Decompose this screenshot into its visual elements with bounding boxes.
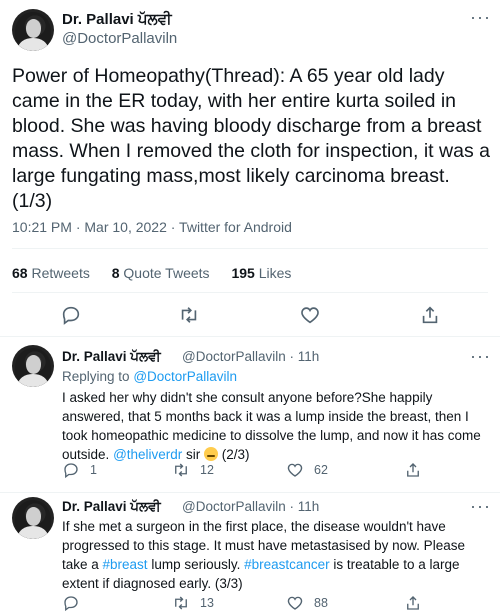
retweets-stat[interactable]: 68 Retweets [12, 265, 90, 281]
like-icon [287, 463, 303, 477]
reply1-reply-count: 1 [90, 463, 97, 477]
reply1-meta[interactable]: @DoctorPallaviln · 11h [182, 349, 319, 364]
reply1-text: I asked her why didn't she consult anyon… [62, 388, 482, 464]
reply2-text-part2: lump seriously. [147, 557, 245, 572]
retweet-icon[interactable] [178, 304, 200, 326]
quotes-count: 8 [111, 265, 120, 281]
reply2-retweet-button[interactable]: 13 [172, 594, 214, 612]
reply1-share-button[interactable] [404, 461, 422, 479]
reply2-reply-button[interactable] [62, 594, 80, 612]
reply1-like-count: 62 [314, 463, 328, 477]
main-avatar[interactable] [12, 9, 54, 51]
main-stats: 68 Retweets 8 Quote Tweets 195 Likes [12, 265, 309, 281]
reply2-avatar[interactable] [12, 497, 54, 539]
reply2-text: If she met a surgeon in the first place,… [62, 517, 482, 593]
reply2-like-count: 88 [314, 596, 328, 610]
retweets-count: 68 [12, 265, 28, 281]
reply1-more-icon[interactable]: ··· [470, 347, 491, 365]
reply1-avatar[interactable] [12, 345, 54, 387]
divider [12, 292, 488, 293]
reply2-more-icon[interactable]: ··· [470, 497, 491, 515]
reply1-suffix: (2/3) [218, 447, 250, 462]
share-icon[interactable] [419, 304, 441, 326]
share-icon [407, 463, 419, 477]
main-timestamp[interactable]: 10:21 PM · Mar 10, 2022 · Twitter for An… [12, 219, 292, 235]
reply1-like-button[interactable]: 62 [286, 461, 328, 479]
likes-stat[interactable]: 195 Likes [231, 265, 291, 281]
main-more-icon[interactable]: ··· [470, 8, 491, 26]
divider [0, 336, 500, 337]
reply2-meta[interactable]: @DoctorPallaviln · 11h [182, 499, 319, 514]
mention-link[interactable]: @theliverdr [113, 447, 182, 462]
share-icon [407, 596, 419, 610]
retweet-icon [175, 463, 187, 477]
hashtag-breast-link[interactable]: #breast [103, 557, 148, 572]
replying-handle-link[interactable]: @DoctorPallaviln [133, 369, 237, 384]
reply-icon [64, 463, 78, 479]
reply1-after-mention: sir [182, 447, 205, 462]
reply1-reply-button[interactable]: 1 [62, 461, 97, 479]
main-tweet-text: Power of Homeopathy(Thread): A 65 year o… [12, 65, 490, 212]
main-author-name[interactable]: Dr. Pallavi ਪੱਲਵੀ [62, 11, 172, 28]
reply2-share-button[interactable] [404, 594, 422, 612]
reply1-replying-to: Replying to @DoctorPallaviln [62, 369, 237, 384]
quotes-label: Quote Tweets [123, 265, 210, 281]
retweets-label: Retweets [31, 265, 90, 281]
sweat-smile-emoji [204, 447, 219, 461]
like-icon[interactable] [299, 304, 321, 326]
divider [12, 248, 488, 249]
reply2-author-name[interactable]: Dr. Pallavi ਪੱਲਵੀ [62, 499, 161, 515]
likes-label: Likes [258, 265, 292, 281]
reply2-retweet-count: 13 [200, 596, 214, 610]
likes-count: 195 [231, 265, 255, 281]
like-icon [287, 596, 303, 610]
quotes-stat[interactable]: 8 Quote Tweets [112, 265, 210, 281]
reply1-retweet-button[interactable]: 12 [172, 461, 214, 479]
reply-icon [64, 596, 78, 612]
replying-prefix: Replying to [62, 369, 130, 384]
divider [0, 492, 500, 493]
reply-icon[interactable] [60, 304, 82, 326]
hashtag-breastcancer-link[interactable]: #breastcancer [244, 557, 330, 572]
reply1-retweet-count: 12 [200, 463, 214, 477]
reply2-like-button[interactable]: 88 [286, 594, 328, 612]
retweet-icon [175, 596, 187, 610]
main-author-handle[interactable]: @DoctorPallaviln [62, 30, 177, 47]
reply1-author-name[interactable]: Dr. Pallavi ਪੱਲਵੀ [62, 349, 161, 365]
